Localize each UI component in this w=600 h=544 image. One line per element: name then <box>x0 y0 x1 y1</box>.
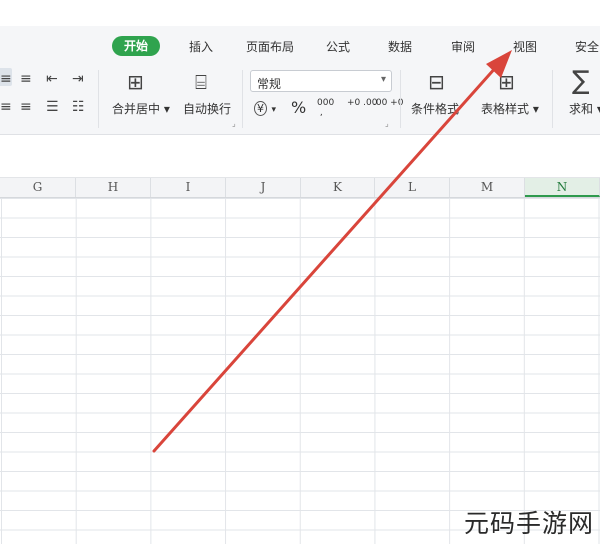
thousands-separator-button[interactable]: 000 , <box>317 98 335 118</box>
column-header-j[interactable]: J <box>226 178 301 197</box>
merge-center-button[interactable]: 合并居中 ▾ <box>112 100 170 117</box>
currency-format-button[interactable]: ¥ ▾ <box>254 100 276 116</box>
wrap-text-button[interactable]: 自动换行 <box>183 100 231 117</box>
tab-view[interactable]: 视图 <box>513 38 537 55</box>
watermark: 元码手游网 <box>463 509 594 538</box>
merge-center-icon[interactable]: ⊞ <box>127 72 144 92</box>
table-style-icon[interactable]: ⊞ <box>498 72 515 92</box>
cell-grid[interactable] <box>0 198 600 544</box>
tab-insert[interactable]: 插入 <box>189 38 213 55</box>
conditional-format-icon[interactable]: ⊟ <box>428 72 445 92</box>
decrease-decimal-button[interactable]: .00 +0 <box>373 98 403 108</box>
separator <box>98 70 99 128</box>
sum-button[interactable]: 求和 ▾ <box>569 100 600 117</box>
column-header-m[interactable]: M <box>450 178 525 197</box>
distributed-align-icon[interactable]: ☷ <box>72 100 85 114</box>
dialog-launcher-icon[interactable]: ⌟ <box>385 120 389 128</box>
tab-review[interactable]: 审阅 <box>451 38 475 55</box>
justify-icon[interactable]: ☰ <box>46 100 59 114</box>
tab-home[interactable]: 开始 <box>112 36 161 56</box>
separator <box>552 70 553 128</box>
indent-decrease-icon[interactable]: ⇤ <box>46 72 58 86</box>
increase-decimal-button[interactable]: +0 .00 <box>347 98 377 108</box>
column-header-n[interactable]: N <box>525 178 600 197</box>
column-header-row: G H I J K L M N <box>0 178 600 198</box>
column-header-i[interactable]: I <box>151 178 226 197</box>
tab-page-layout[interactable]: 页面布局 <box>246 38 294 55</box>
tab-security[interactable]: 安全 <box>575 38 599 55</box>
ribbon-toolbar: ≡ ≡ ⇤ ⇥ ≡ ≡ ☰ ☷ ⊞ 合并居中 ▾ ⌸ 自动换行 ⌟ 常规 ▾ ¥ … <box>0 64 600 135</box>
currency-icon: ¥ <box>254 101 267 116</box>
percent-format-button[interactable]: % <box>291 98 306 117</box>
chevron-down-icon: ▾ <box>380 74 386 85</box>
column-header-l[interactable]: L <box>375 178 450 197</box>
separator <box>242 70 243 128</box>
align-right-icon[interactable]: ≡ <box>20 100 32 114</box>
align-middle-icon[interactable]: ≡ <box>20 72 32 86</box>
dialog-launcher-icon[interactable]: ⌟ <box>232 120 236 128</box>
number-format-select[interactable]: 常规 ▾ <box>250 70 392 92</box>
conditional-format-button[interactable]: 条件格式 <box>411 100 459 117</box>
wrap-text-icon[interactable]: ⌸ <box>195 72 207 92</box>
align-left-icon[interactable]: ≡ <box>0 100 12 114</box>
table-style-button[interactable]: 表格样式 ▾ <box>481 100 539 117</box>
tab-data[interactable]: 数据 <box>388 38 412 55</box>
column-header-g[interactable]: G <box>0 178 76 197</box>
align-top-left-icon[interactable]: ≡ <box>0 72 12 86</box>
column-header-k[interactable]: K <box>301 178 375 197</box>
separator <box>400 70 401 128</box>
tab-formulas[interactable]: 公式 <box>326 38 350 55</box>
title-strip <box>0 0 600 26</box>
ribbon-tab-bar: 开始 插入 页面布局 公式 数据 审阅 视图 安全 <box>0 26 600 64</box>
indent-increase-icon[interactable]: ⇥ <box>72 72 84 86</box>
formula-bar-area <box>0 135 600 178</box>
sum-icon[interactable]: ∑ <box>572 68 590 94</box>
column-header-h[interactable]: H <box>76 178 151 197</box>
